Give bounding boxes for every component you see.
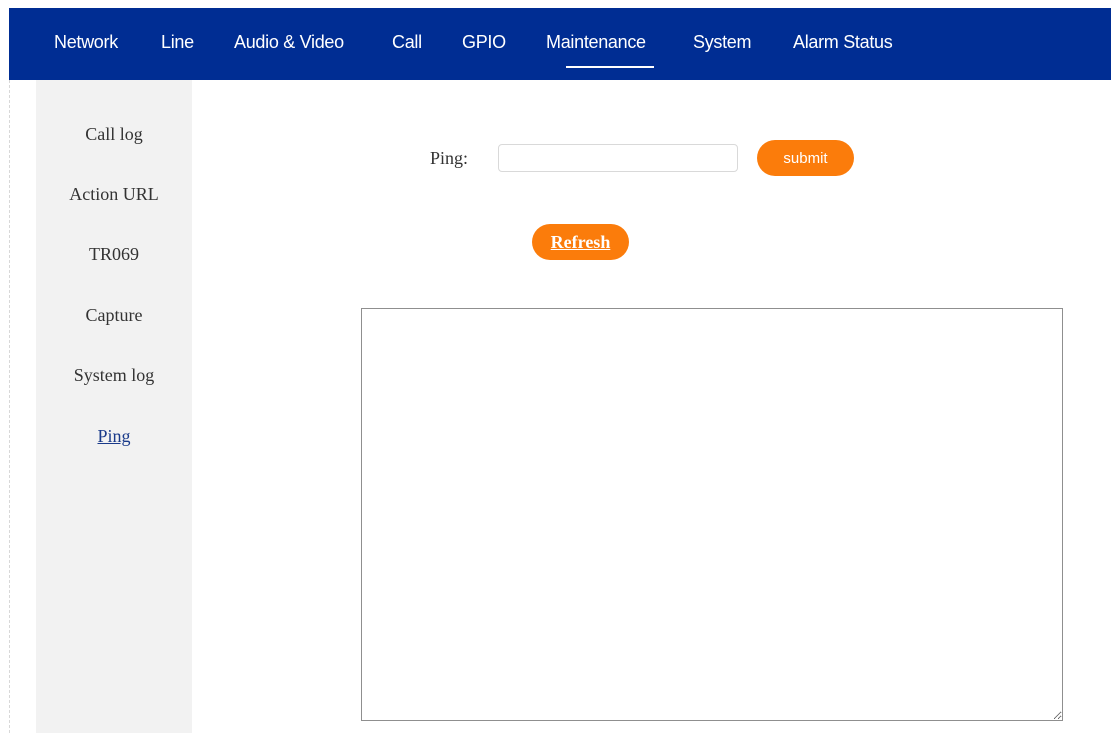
nav-item-alarm-status[interactable]: Alarm Status [793,32,893,53]
maintenance-sidebar: Call log Action URL TR069 Capture System… [36,80,192,733]
nav-item-line[interactable]: Line [161,32,194,53]
refresh-button[interactable]: Refresh [532,224,629,260]
submit-button[interactable]: submit [757,140,854,176]
ping-label: Ping: [430,148,469,168]
nav-item-network[interactable]: Network [54,32,118,53]
nav-item-maintenance[interactable]: Maintenance [546,32,646,53]
page-left-guide-line [9,80,10,733]
nav-item-gpio[interactable]: GPIO [462,32,506,53]
sidebar-item-capture[interactable]: Capture [36,305,192,326]
top-navigation-bar: Network Line Audio & Video Call GPIO Mai… [9,8,1111,80]
nav-item-audio-video[interactable]: Audio & Video [234,32,344,53]
ping-address-input[interactable] [498,144,738,172]
sidebar-item-call-log[interactable]: Call log [36,124,192,145]
sidebar-item-system-log[interactable]: System log [36,365,192,386]
sidebar-item-action-url[interactable]: Action URL [36,184,192,205]
nav-item-system[interactable]: System [693,32,752,53]
nav-item-call[interactable]: Call [392,32,422,53]
ping-output-textarea[interactable] [361,308,1063,721]
sidebar-item-ping[interactable]: Ping [36,426,192,447]
active-tab-underline [566,66,654,68]
sidebar-item-tr069[interactable]: TR069 [36,244,192,265]
